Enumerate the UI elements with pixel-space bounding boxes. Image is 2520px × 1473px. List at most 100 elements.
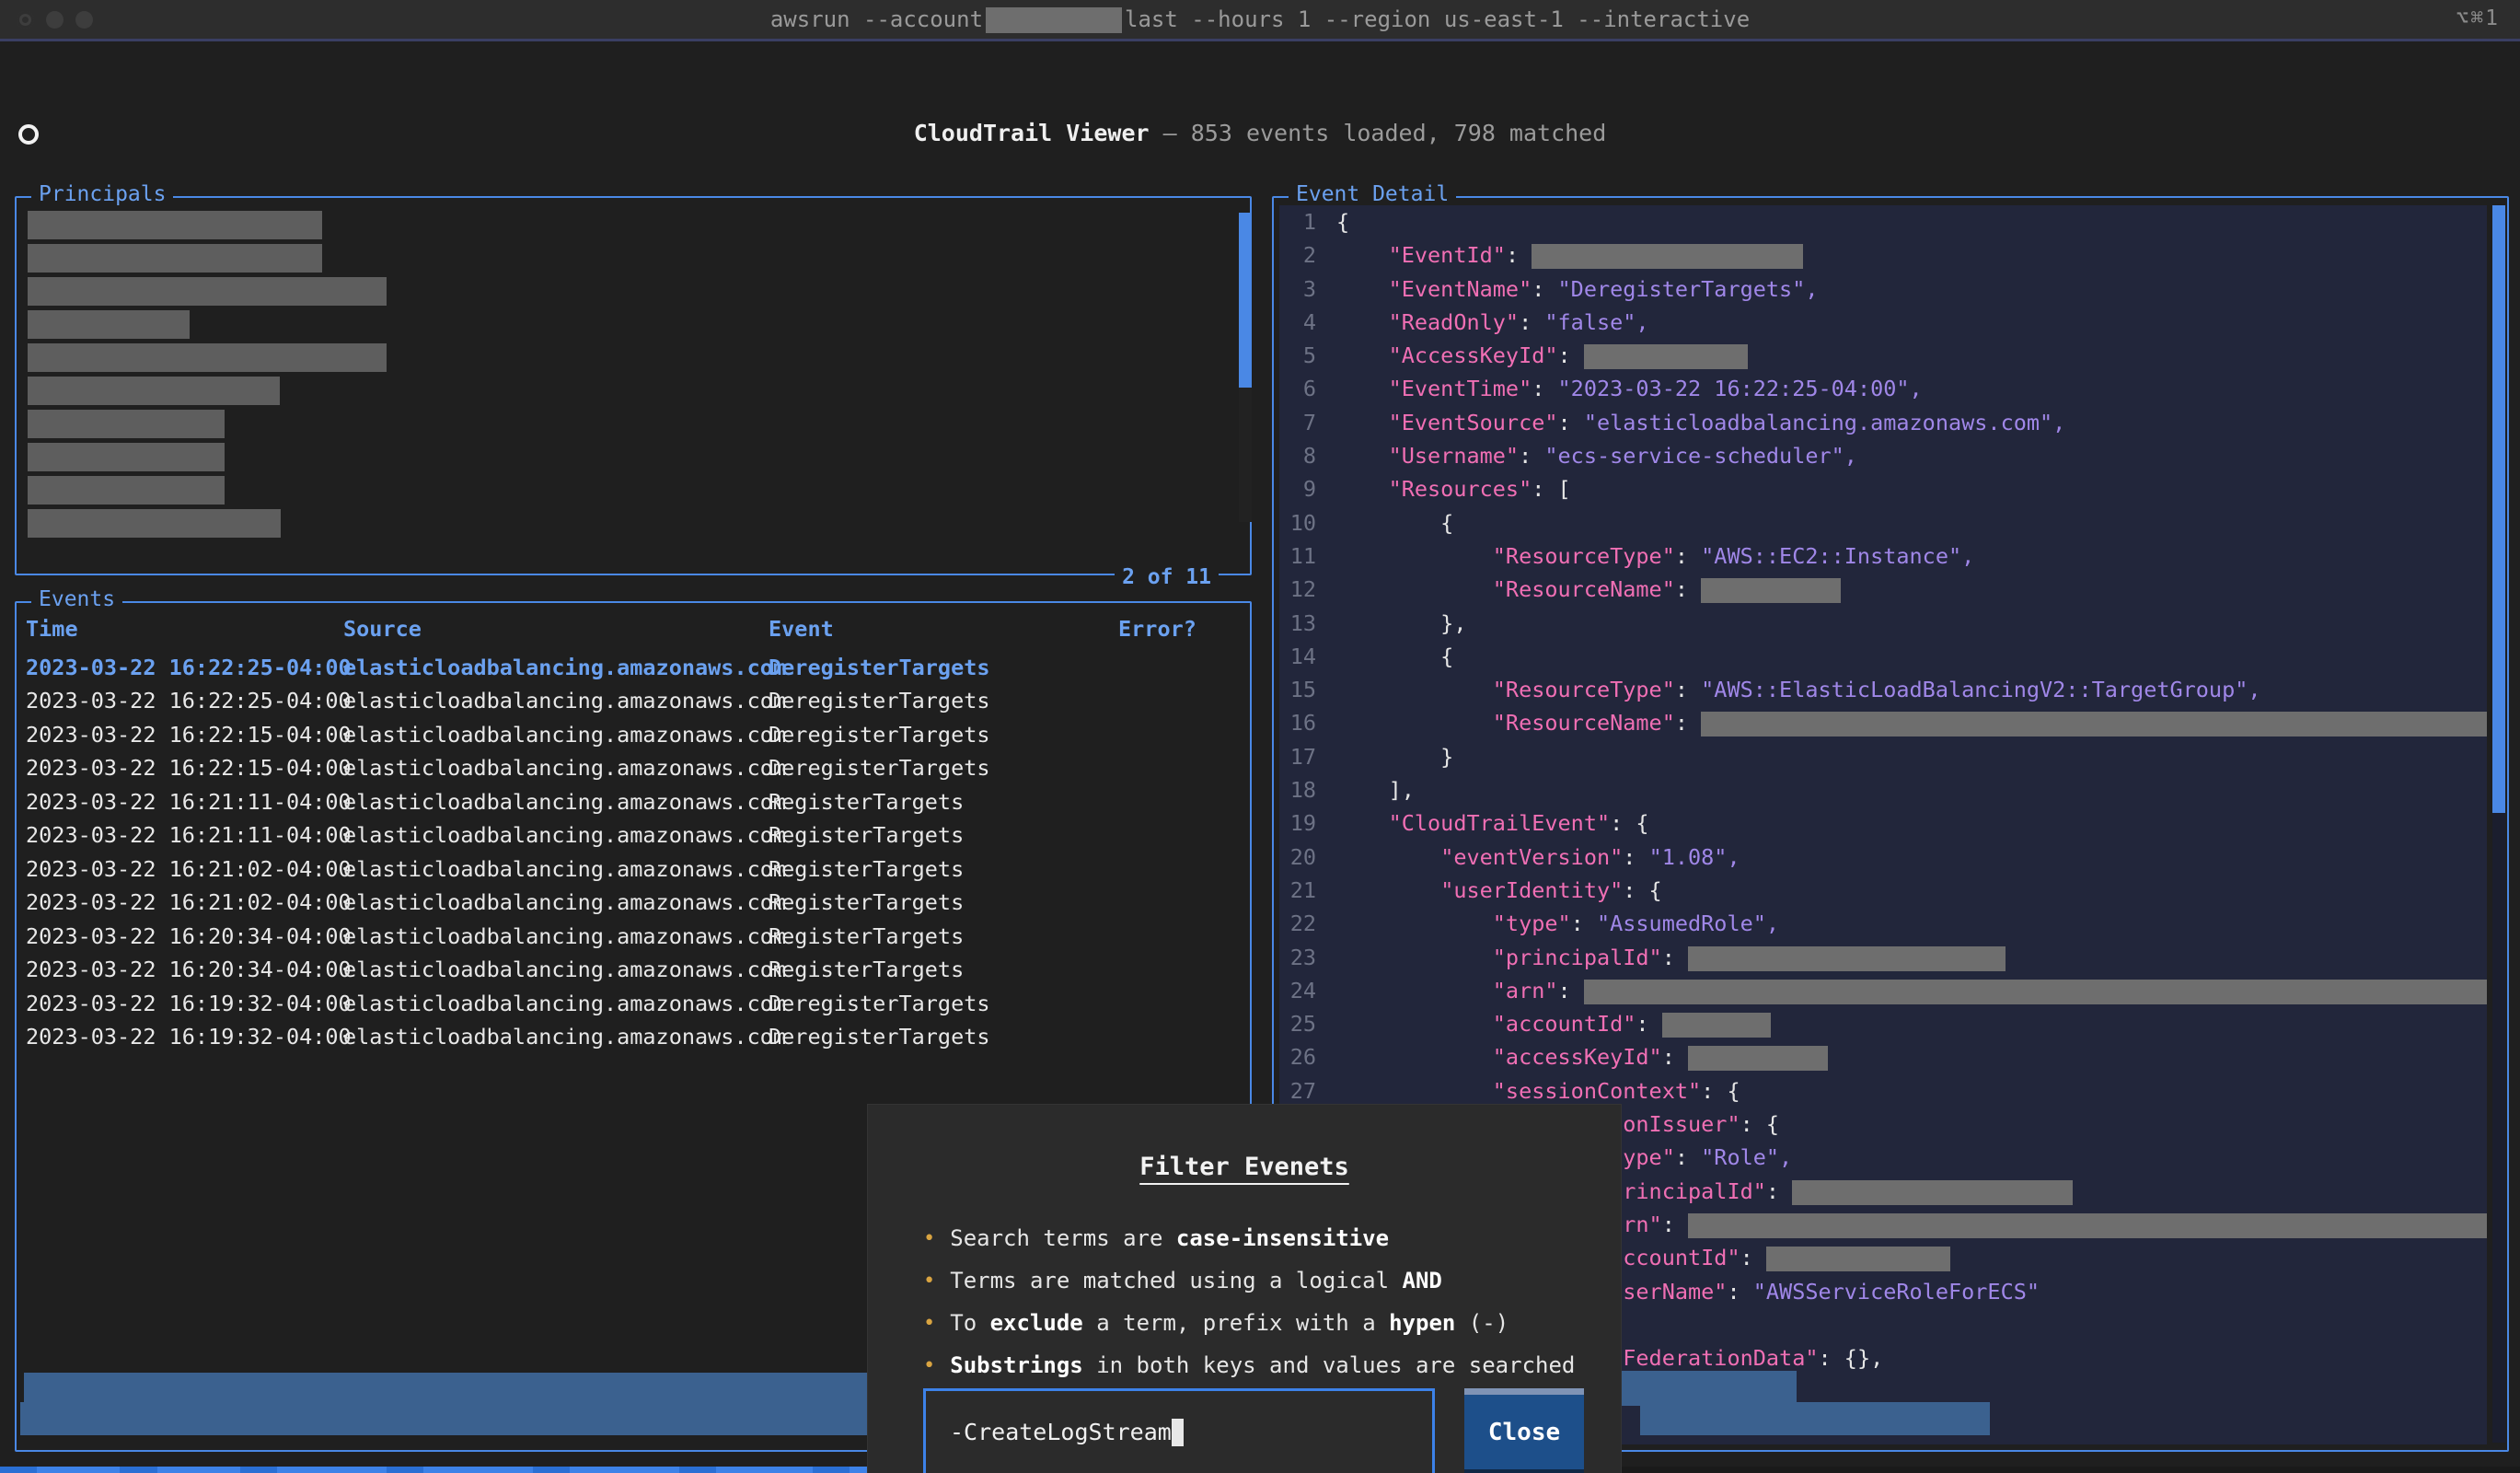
footer-key-quit[interactable]: Q [0, 1467, 38, 1473]
footer-label-filter[interactable]: Filter [423, 1467, 533, 1473]
footer-label-copy[interactable]: Copy [156, 1467, 240, 1473]
event-detail-scrollbar-thumb[interactable] [2492, 205, 2505, 813]
json-key: "EventName" [1388, 275, 1532, 302]
cell-src: elasticloadbalancing.amazonaws.com [343, 654, 787, 680]
help-bullet-text: Search terms are case-insensitive [950, 1225, 1390, 1251]
json-line-number: 4 [1302, 308, 1316, 335]
principal-row[interactable] [28, 310, 190, 339]
table-row[interactable]: 2023-03-22 16:21:02-04:00 elasticloadbala… [26, 886, 1241, 920]
help-bullet-text: To exclude a term, prefix with a hypen (… [950, 1310, 1509, 1336]
column-header-evt[interactable]: Event [769, 616, 1118, 642]
table-row[interactable]: 2023-03-22 16:21:11-04:00 elasticloadbala… [26, 785, 1241, 819]
principal-row[interactable] [28, 277, 387, 306]
json-line: 26 "accessKeyId": [1279, 1040, 2487, 1073]
json-line: 6 "EventTime": "2023-03-22 16:22:25-04:0… [1279, 372, 2487, 405]
json-line: 20 "eventVersion": "1.08", [1279, 841, 2487, 874]
json-line-number: 14 [1289, 643, 1316, 669]
event-detail-scrollbar[interactable] [2492, 205, 2505, 1443]
cell-src: elasticloadbalancing.amazonaws.com [343, 922, 787, 949]
json-line-content: "principalId": [1336, 941, 2006, 974]
footer-key-layout[interactable]: L [532, 1467, 571, 1473]
principal-row[interactable] [28, 509, 281, 538]
table-row[interactable]: 2023-03-22 16:22:15-04:00 elasticloadbala… [26, 751, 1241, 785]
help-bullet-item: • Terms are matched using a logical AND [923, 1268, 1621, 1295]
json-line: 1{ [1279, 205, 2487, 238]
principal-row[interactable] [28, 211, 322, 239]
window-shortcut-hint: ⌥⌘1 [2456, 6, 2500, 30]
json-line-content: }, [1336, 609, 1467, 636]
cell-time: 2023-03-22 16:22:25-04:00 [26, 654, 352, 680]
principals-scrollbar-thumb[interactable] [1239, 213, 1252, 388]
footer-label-export[interactable]: Export [276, 1467, 387, 1473]
json-value: "AssumedRole", [1596, 910, 1780, 937]
cell-evt: DeregisterTargets [769, 688, 990, 714]
table-row[interactable]: 2023-03-22 16:21:11-04:00 elasticloadbala… [26, 818, 1241, 852]
principal-row[interactable] [28, 343, 387, 372]
filter-input[interactable]: -CreateLogStream [923, 1388, 1435, 1473]
events-legend: Events [31, 587, 123, 611]
principal-row[interactable] [28, 476, 225, 505]
footer-key-copy[interactable]: C [120, 1467, 157, 1473]
table-row[interactable]: 2023-03-22 16:21:02-04:00 elasticloadbala… [26, 852, 1241, 887]
principals-scrollbar[interactable] [1239, 213, 1252, 522]
table-row[interactable]: 2023-03-22 16:22:15-04:00 elasticloadbala… [26, 718, 1241, 752]
principal-row[interactable] [28, 244, 322, 273]
json-value: "AWSServiceRoleForECS" [1752, 1278, 2040, 1305]
json-line-content: "EventTime": "2023-03-22 16:22:25-04:00"… [1388, 376, 1923, 402]
table-row[interactable]: 2023-03-22 16:20:34-04:00 elasticloadbala… [26, 953, 1241, 987]
help-bullet-text: Substrings in both keys and values are s… [950, 1352, 1576, 1378]
header-status: 853 events loaded, 798 matched [1190, 120, 1607, 146]
column-header-err[interactable]: Error? [1118, 616, 1229, 642]
json-line: 2 "EventId": [1279, 238, 2487, 272]
cell-src: elasticloadbalancing.amazonaws.com [343, 721, 787, 748]
json-value: "ecs-service-scheduler", [1544, 443, 1857, 470]
footer-key-filter[interactable]: F [386, 1467, 424, 1473]
footer-key-users[interactable]: U [678, 1467, 717, 1473]
table-row[interactable]: 2023-03-22 16:22:25-04:00 elasticloadbala… [26, 684, 1241, 718]
window-title: awsrun --account last --hours 1 --region … [0, 6, 2520, 33]
cell-time: 2023-03-22 16:21:02-04:00 [26, 855, 352, 882]
redacted-value [1792, 1179, 2074, 1205]
json-line: 18 ], [1279, 773, 2487, 806]
table-row[interactable]: 2023-03-22 16:19:32-04:00 elasticloadbala… [26, 1020, 1241, 1054]
window-title-prefix: awsrun --account [769, 6, 984, 32]
json-value: "2023-03-22 16:22:25-04:00", [1557, 376, 1923, 402]
json-key: "ResourceName" [1492, 576, 1675, 603]
json-line: 8 "Username": "ecs-service-scheduler", [1279, 439, 2487, 472]
footer-label-layout[interactable]: Layout [570, 1467, 679, 1473]
cell-src: elasticloadbalancing.amazonaws.com [343, 755, 787, 782]
principal-row[interactable] [28, 410, 225, 438]
column-header-src[interactable]: Source [343, 616, 769, 642]
json-key: "AccessKeyId" [1388, 342, 1558, 369]
cell-time: 2023-03-22 16:19:32-04:00 [26, 1024, 352, 1050]
footer-key-toggle-d[interactable]: D [812, 1467, 850, 1473]
column-header-time[interactable]: Time [26, 616, 343, 642]
json-line-content: "ResourceName": [1336, 573, 1842, 606]
json-line-number: 1 [1302, 209, 1316, 235]
close-button[interactable]: Close [1464, 1388, 1584, 1473]
principal-row[interactable] [28, 443, 225, 471]
json-line-number: 20 [1289, 843, 1316, 870]
json-line-content: "arn": [1336, 974, 2487, 1007]
principals-list[interactable] [28, 211, 1230, 542]
principal-row[interactable] [28, 377, 280, 405]
cell-time: 2023-03-22 16:22:15-04:00 [26, 721, 352, 748]
footer-label-users[interactable]: Users [716, 1467, 813, 1473]
table-row[interactable]: 2023-03-22 16:22:25-04:00 elasticloadbala… [26, 651, 1241, 685]
json-line: 5 "AccessKeyId": [1279, 339, 2487, 372]
json-line: 15 "ResourceType": "AWS::ElasticLoadBala… [1279, 673, 2487, 706]
table-row[interactable]: 2023-03-22 16:20:34-04:00 elasticloadbala… [26, 920, 1241, 954]
json-key: "ResourceType" [1492, 677, 1675, 703]
table-row[interactable]: 2023-03-22 16:19:32-04:00 elasticloadbala… [26, 987, 1241, 1021]
bullet-icon: • [923, 1227, 936, 1250]
json-line-content: "AccessKeyId": [1336, 339, 1748, 372]
cell-evt: DeregisterTargets [769, 721, 990, 748]
cell-src: elasticloadbalancing.amazonaws.com [343, 822, 787, 849]
footer-key-export[interactable]: E [239, 1467, 277, 1473]
json-key: "EventSource" [1388, 409, 1558, 435]
json-line: 21 "userIdentity": { [1279, 874, 2487, 907]
footer-label-quit[interactable]: Quit [37, 1467, 121, 1473]
events-table[interactable]: Time Source Event Error? 2023-03-22 16:22:25… [26, 612, 1241, 1054]
json-line-number: 24 [1289, 977, 1316, 1003]
json-key: "accountId" [1492, 1011, 1636, 1038]
